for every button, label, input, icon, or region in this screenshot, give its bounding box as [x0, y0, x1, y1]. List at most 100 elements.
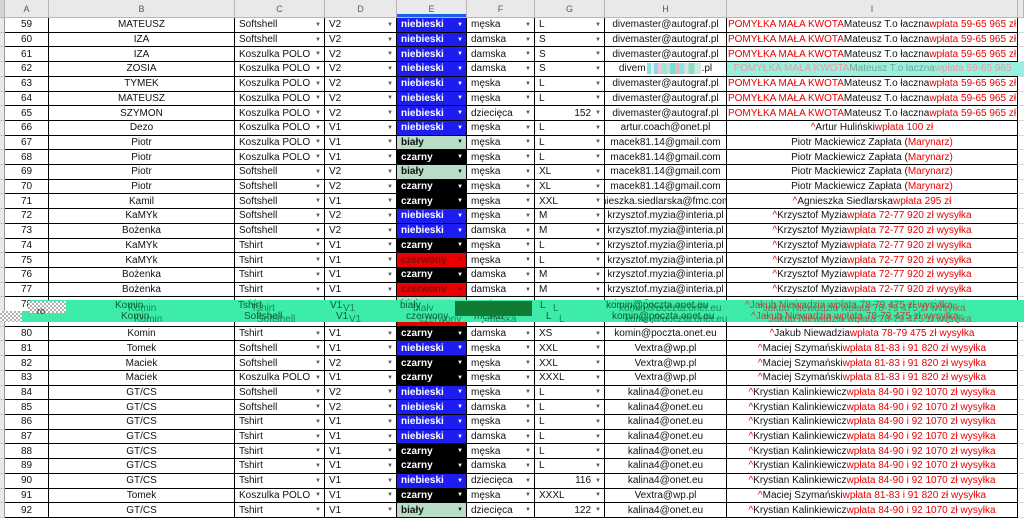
name-cell[interactable]: TYMEK [49, 77, 235, 92]
name-cell[interactable]: Bożenka [49, 283, 235, 298]
row-number-cell[interactable]: 82 [5, 356, 49, 371]
gender-dropdown[interactable]: damska▼ [467, 47, 535, 62]
variant-dropdown[interactable]: V2▼ [325, 356, 397, 371]
note-cell[interactable]: ^Krzysztof Myzia wpłata 72-77 920 zł wys… [727, 209, 1018, 224]
variant-dropdown[interactable]: V1▼ [325, 312, 397, 327]
color-dropdown[interactable]: czarny▼ [397, 194, 467, 209]
product-dropdown[interactable]: Koszulka POLO▼ [235, 150, 325, 165]
variant-dropdown[interactable]: V1▼ [325, 253, 397, 268]
size-dropdown[interactable]: M▼ [535, 283, 605, 298]
email-cell[interactable]: kalina4@onet.eu [605, 430, 727, 445]
gender-dropdown[interactable]: męska▼ [467, 136, 535, 151]
note-cell[interactable]: ^Krystian Kalinkiewicz wpłata 84-90 i 92… [727, 503, 1018, 518]
size-dropdown[interactable]: XXL▼ [535, 194, 605, 209]
name-cell[interactable]: Maciek [49, 356, 235, 371]
product-dropdown[interactable]: Softshell▼ [235, 18, 325, 33]
row-number-cell[interactable]: 90 [5, 474, 49, 489]
name-cell[interactable]: GT/CS [49, 503, 235, 518]
product-dropdown[interactable]: Koszulka POLO▼ [235, 77, 325, 92]
note-cell[interactable]: ^Krzysztof Myzia wpłata 72-77 920 zł wys… [727, 268, 1018, 283]
row-number-cell[interactable]: 67 [5, 136, 49, 151]
note-cell[interactable]: ^Krystian Kalinkiewicz wpłata 84-90 i 92… [727, 459, 1018, 474]
color-dropdown[interactable]: czarny▼ [397, 268, 467, 283]
variant-dropdown[interactable]: V1▼ [325, 239, 397, 254]
product-dropdown[interactable]: Tshirt▼ [235, 283, 325, 298]
gender-dropdown[interactable]: męska▼ [467, 194, 535, 209]
color-dropdown[interactable]: czarny▼ [397, 239, 467, 254]
size-dropdown[interactable]: XXXL▼ [535, 489, 605, 504]
size-dropdown[interactable]: M▼ [535, 268, 605, 283]
product-dropdown[interactable]: Softshell▼ [235, 356, 325, 371]
email-cell[interactable]: krzysztof.myzia@interia.pl [605, 209, 727, 224]
gender-dropdown[interactable]: damska▼ [467, 283, 535, 298]
row-number-cell[interactable]: 74 [5, 239, 49, 254]
note-cell[interactable]: ^Maciej Szymański wpłata 81-83 i 91 820 … [727, 341, 1018, 356]
variant-dropdown[interactable]: V2▼ [325, 165, 397, 180]
variant-dropdown[interactable]: V1▼ [325, 489, 397, 504]
variant-dropdown[interactable]: V2▼ [325, 62, 397, 77]
color-dropdown[interactable]: czerwony▼ [397, 283, 467, 298]
name-cell[interactable]: ZOSIA [49, 62, 235, 77]
variant-dropdown[interactable]: V2▼ [325, 33, 397, 48]
color-dropdown[interactable]: niebieski▼ [397, 121, 467, 136]
product-dropdown[interactable]: Tshirt▼ [235, 503, 325, 518]
email-cell[interactable]: komin@poczta.onet.eu [605, 297, 727, 312]
email-cell[interactable]: krzysztof.myzia@interia.pl [605, 224, 727, 239]
gender-dropdown[interactable]: męska▼ [467, 297, 535, 312]
gender-dropdown[interactable]: męska▼ [467, 253, 535, 268]
variant-dropdown[interactable]: V2▼ [325, 106, 397, 121]
gender-dropdown[interactable]: męska▼ [467, 312, 535, 327]
row-number-cell[interactable]: 70 [5, 180, 49, 195]
size-dropdown[interactable]: L▼ [535, 18, 605, 33]
note-cell[interactable]: Piotr Mackiewicz Zapłata ( Marynarz) [727, 136, 1018, 151]
variant-dropdown[interactable]: V1▼ [325, 194, 397, 209]
size-dropdown[interactable]: XXL▼ [535, 341, 605, 356]
note-cell[interactable]: ^Maciej Szymański wpłata 81-83 i 91 820 … [727, 356, 1018, 371]
gender-dropdown[interactable]: męska▼ [467, 386, 535, 401]
size-dropdown[interactable]: L▼ [535, 121, 605, 136]
color-dropdown[interactable]: niebieski▼ [397, 224, 467, 239]
gender-dropdown[interactable]: dziecięca▼ [467, 474, 535, 489]
size-dropdown[interactable]: XS▼ [535, 327, 605, 342]
row-number-cell[interactable]: 87 [5, 430, 49, 445]
gender-dropdown[interactable]: męska▼ [467, 77, 535, 92]
size-dropdown[interactable]: M▼ [535, 224, 605, 239]
product-dropdown[interactable]: Tshirt▼ [235, 327, 325, 342]
variant-dropdown[interactable]: V1▼ [325, 327, 397, 342]
name-cell[interactable]: Dezo [49, 121, 235, 136]
variant-dropdown[interactable]: V2▼ [325, 47, 397, 62]
color-dropdown[interactable]: niebieski▼ [397, 62, 467, 77]
color-dropdown[interactable]: czarny▼ [397, 180, 467, 195]
name-cell[interactable]: IZA [49, 33, 235, 48]
size-dropdown[interactable]: L▼ [535, 386, 605, 401]
size-dropdown[interactable]: S▼ [535, 47, 605, 62]
note-cell[interactable]: ^Jakub Niewadzia wpłata 78-79 475 zł wys… [727, 312, 1018, 327]
row-number-cell[interactable]: 88 [5, 444, 49, 459]
color-dropdown[interactable]: niebieski▼ [397, 400, 467, 415]
email-cell[interactable]: Vextra@wp.pl [605, 341, 727, 356]
email-cell[interactable]: artur.coach@onet.pl [605, 121, 727, 136]
email-cell[interactable]: nieszka.siedlarska@fmc.com [605, 194, 727, 209]
row-number-cell[interactable]: 85 [5, 400, 49, 415]
size-dropdown[interactable]: 152▼ [535, 106, 605, 121]
size-dropdown[interactable]: L▼ [535, 150, 605, 165]
email-cell[interactable]: krzysztof.myzia@interia.pl [605, 239, 727, 254]
size-dropdown[interactable]: L▼ [535, 459, 605, 474]
color-dropdown[interactable]: biały▼ [397, 165, 467, 180]
name-cell[interactable]: Piotr [49, 165, 235, 180]
note-cell[interactable]: ^Maciej Szymański wpłata 81-83 i 91 820 … [727, 371, 1018, 386]
note-cell[interactable]: POMYŁKA MAŁA KWOTA Mateusz T.o łaczna wp… [727, 92, 1018, 107]
product-dropdown[interactable]: Tshirt▼ [235, 297, 325, 312]
row-number-cell[interactable]: 62 [5, 62, 49, 77]
gender-dropdown[interactable]: męska▼ [467, 180, 535, 195]
product-dropdown[interactable]: Tshirt▼ [235, 253, 325, 268]
color-dropdown[interactable]: czarny▼ [397, 371, 467, 386]
gender-dropdown[interactable]: dziecięca▼ [467, 106, 535, 121]
name-cell[interactable]: Komin [49, 312, 235, 327]
color-dropdown[interactable]: czarny▼ [397, 150, 467, 165]
email-cell[interactable]: Vextra@wp.pl [605, 371, 727, 386]
row-number-cell[interactable]: 83 [5, 371, 49, 386]
name-cell[interactable]: MATEUSZ [49, 18, 235, 33]
gender-dropdown[interactable]: dziecięca▼ [467, 503, 535, 518]
variant-dropdown[interactable]: V1▼ [325, 341, 397, 356]
